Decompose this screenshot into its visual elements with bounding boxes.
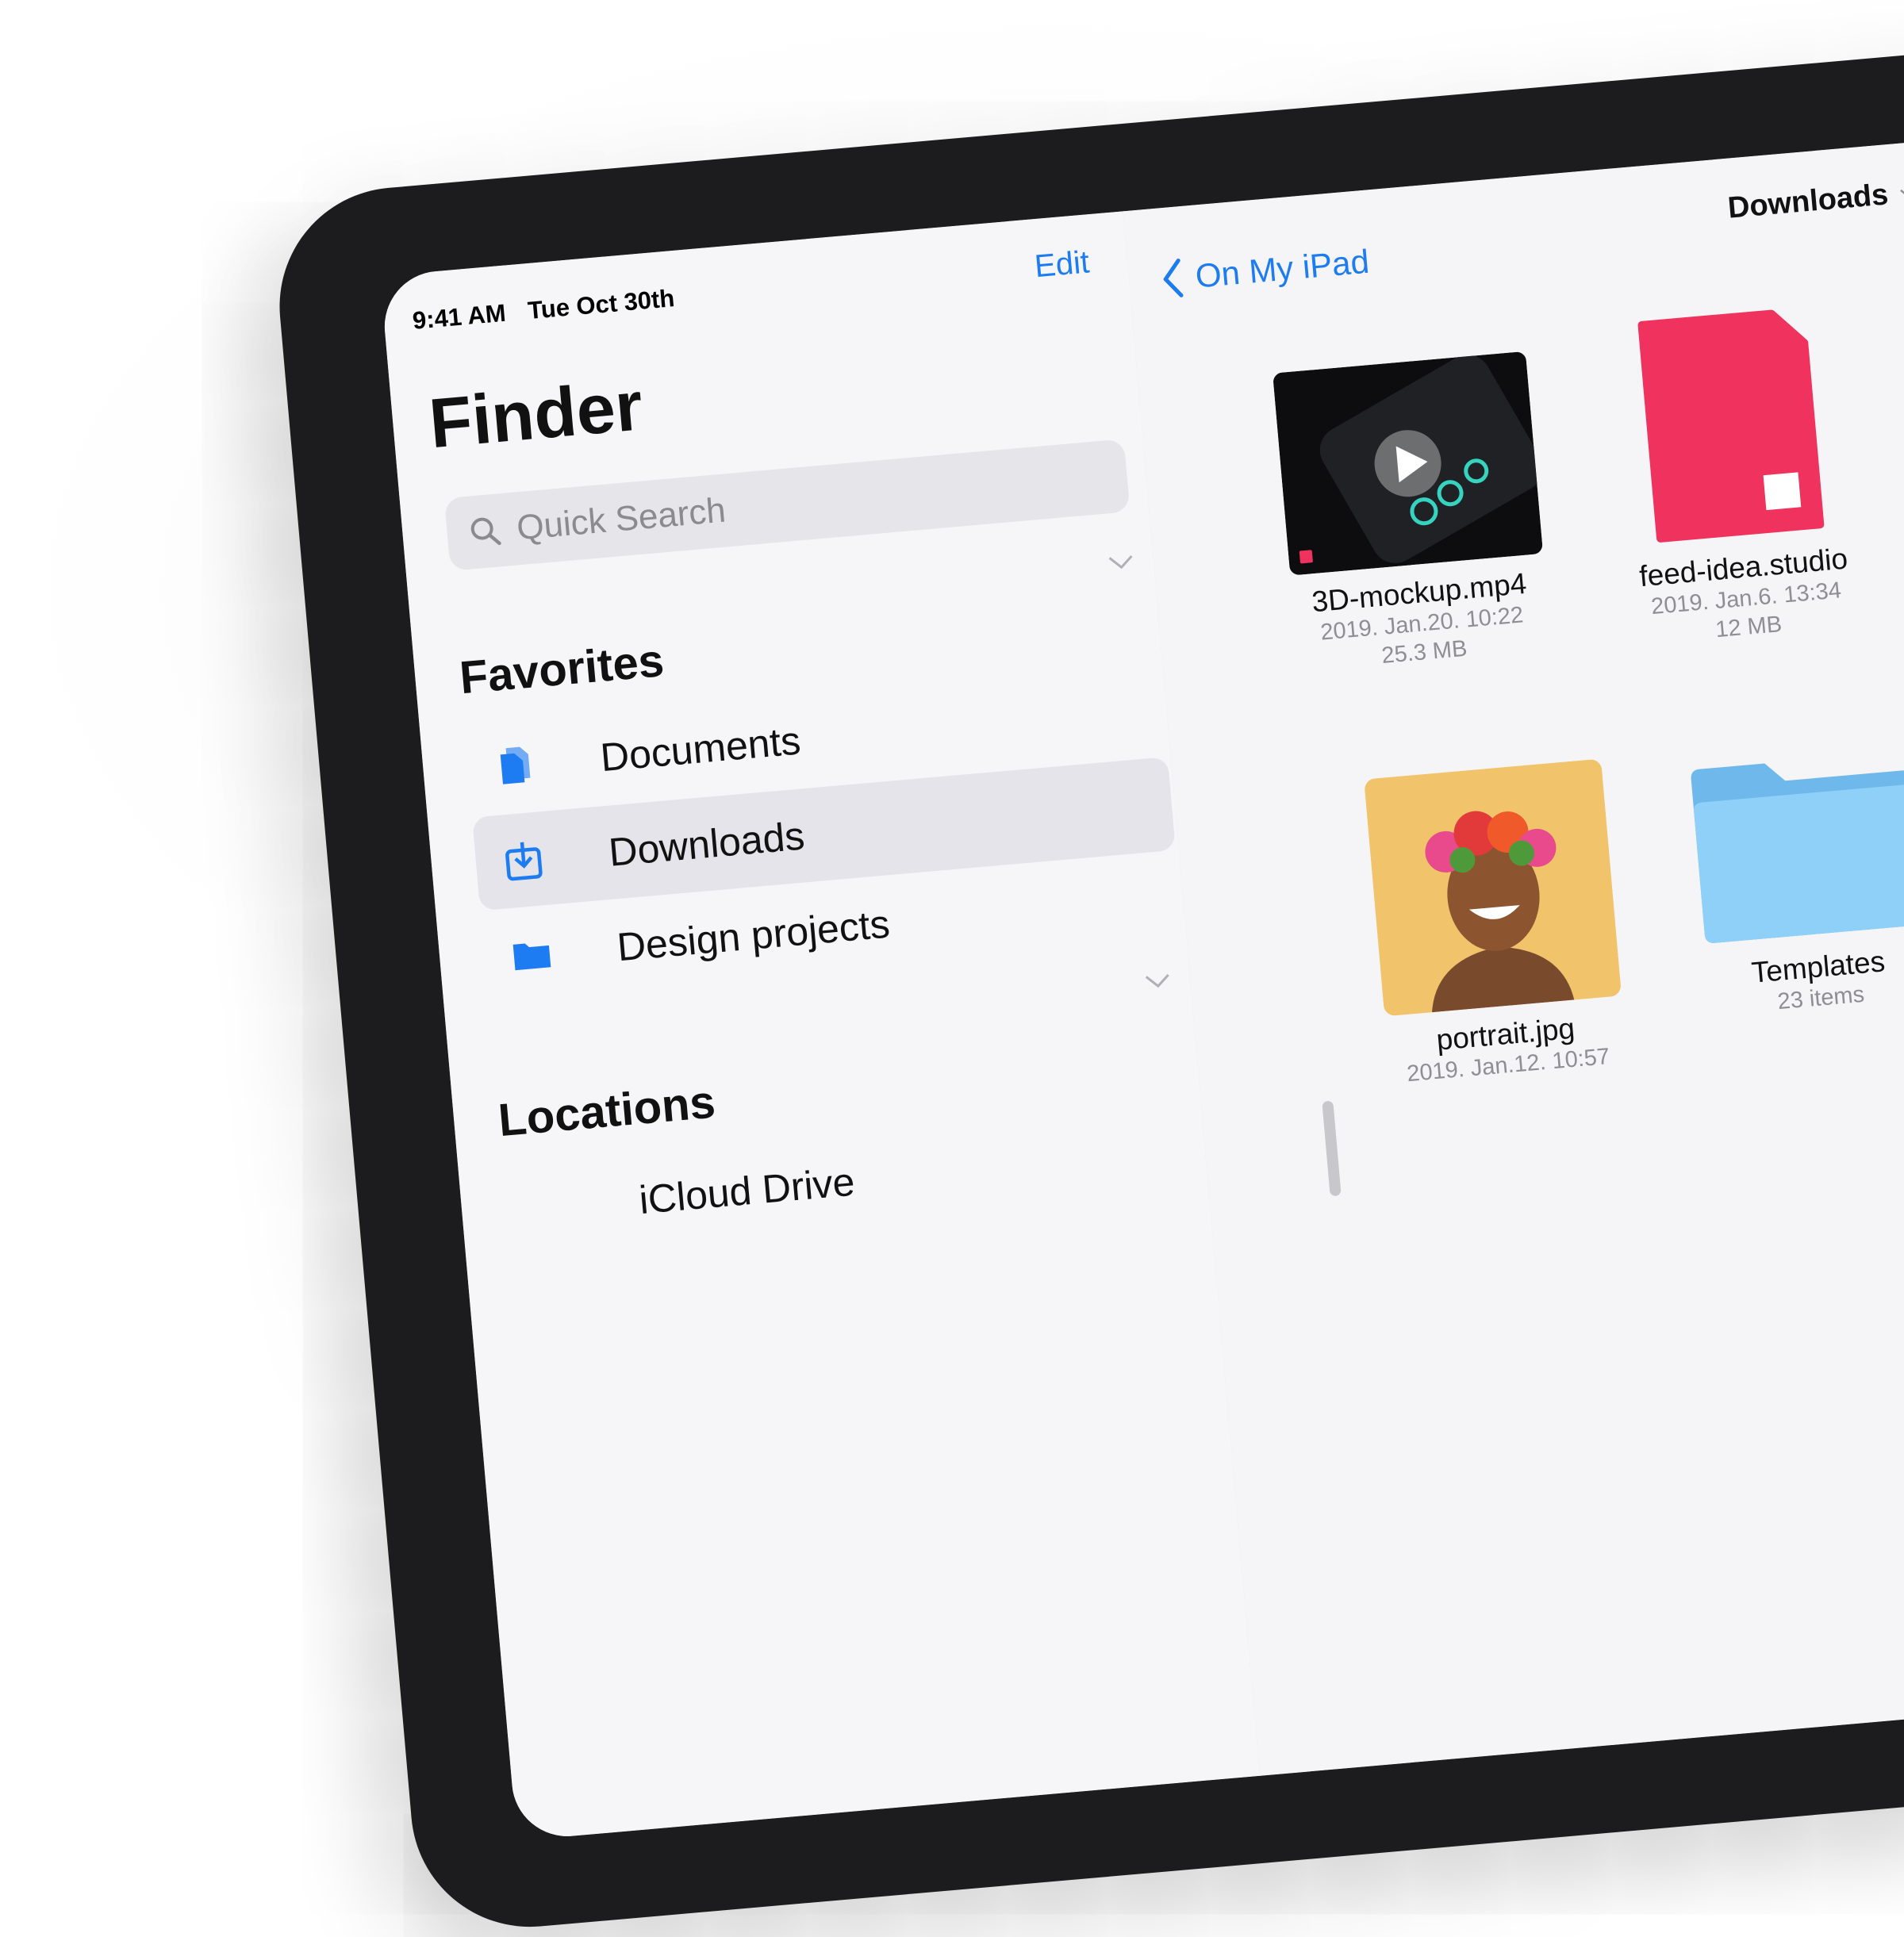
locations-heading: Locations (496, 1076, 718, 1147)
edit-button[interactable]: Edit (1033, 244, 1091, 285)
chevron-down-icon[interactable] (1143, 972, 1172, 992)
status-date: Tue Oct 30th (526, 284, 676, 325)
back-label: On My iPad (1193, 242, 1371, 295)
sidebar-item-label: Downloads (607, 813, 807, 875)
page-title: Finder (426, 366, 646, 463)
status-time: 9:41 AM (411, 298, 507, 335)
video-thumbnail (1273, 351, 1543, 575)
chevron-down-icon (1899, 187, 1904, 198)
folder-icon (512, 943, 551, 971)
documents-icon (500, 746, 531, 784)
file-item-3d-mockup[interactable]: 3D-mockup.mp4 2019. Jan.20. 10:22 25.3 M… (1257, 350, 1568, 679)
folder-title-text: Downloads (1726, 178, 1890, 225)
download-icon (505, 842, 543, 881)
sidebar: 9:41 AM Tue Oct 30th Edit Finder Quick S… (380, 211, 1262, 1841)
file-item-templates[interactable]: Templates 23 items (1681, 747, 1904, 1023)
folder-title[interactable]: Downloads (1726, 175, 1904, 226)
search-field[interactable]: Quick Search (443, 439, 1130, 571)
file-browser: On My iPad Downloads 3D-mockup.mp4 2019.… (1123, 86, 1904, 1776)
file-item-portrait[interactable]: portrait.jpg 2019. Jan.12. 10:57 (1356, 758, 1636, 1091)
sidebar-item-label: iCloud Drive (637, 1159, 857, 1223)
ipad-device: 9:41 AM Tue Oct 30th Edit Finder Quick S… (270, 0, 1904, 1937)
chevron-left-icon (1163, 258, 1184, 297)
favorites-heading: Favorites (457, 635, 666, 704)
status-bar: 9:41 AM Tue Oct 30th (412, 284, 676, 336)
ipad-screen: 9:41 AM Tue Oct 30th Edit Finder Quick S… (380, 86, 1904, 1841)
search-input[interactable]: Quick Search (515, 491, 727, 549)
chevron-down-icon[interactable] (1107, 553, 1135, 573)
image-thumbnail (1365, 759, 1621, 1016)
back-button[interactable]: On My iPad (1159, 241, 1371, 301)
sidebar-item-label: Documents (598, 718, 803, 781)
file-item-feed-idea[interactable]: feed-idea.studio 2019. Jan.6. 13:34 12 M… (1603, 300, 1868, 652)
search-icon (470, 517, 501, 546)
folder-icon (1691, 763, 1904, 943)
scrollbar[interactable] (1322, 1100, 1342, 1197)
sidebar-item-label: Design projects (615, 901, 892, 970)
document-icon (1637, 309, 1825, 543)
